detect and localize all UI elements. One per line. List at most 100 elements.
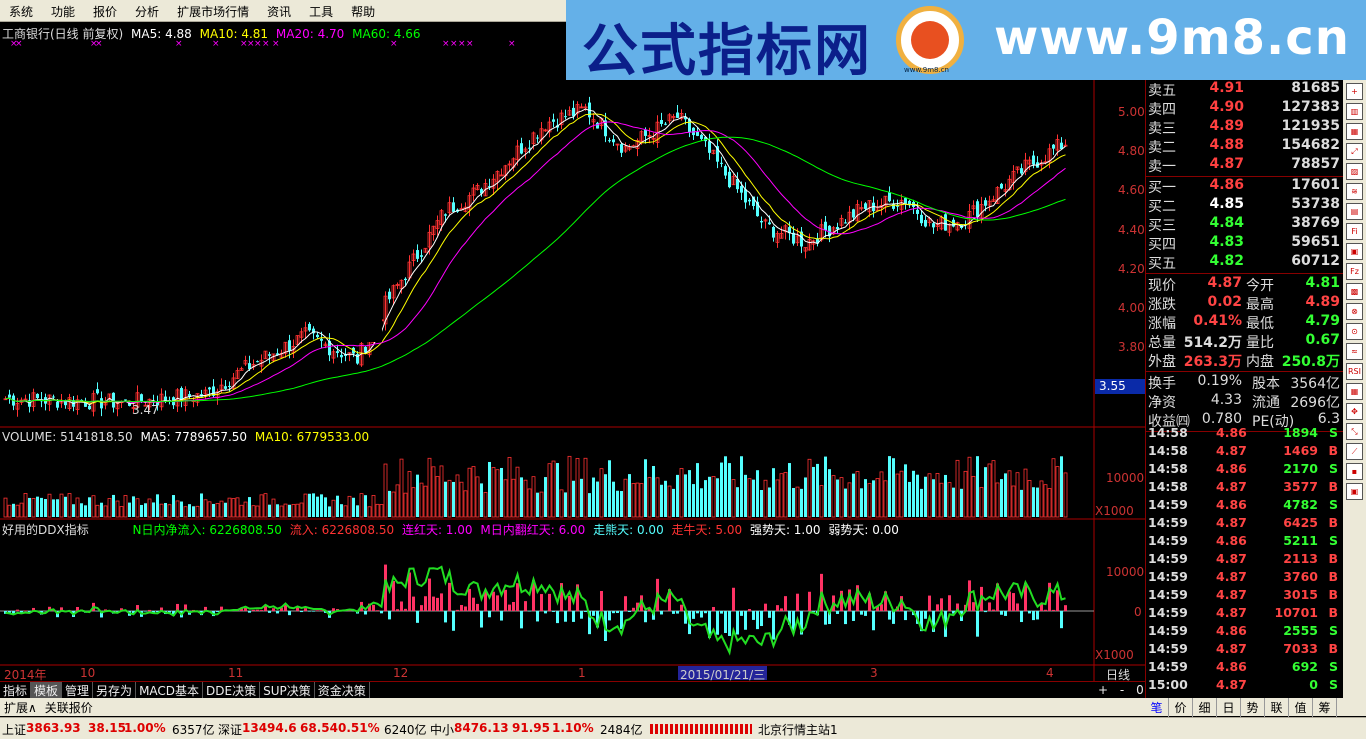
ddx-bar: [740, 611, 743, 616]
side-tool-icon-12[interactable]: ⊙: [1346, 323, 1363, 340]
ddx-ruoshi: 弱势天: 0.00: [828, 523, 899, 537]
side-tool-icon-20[interactable]: ▣: [1346, 483, 1363, 500]
ddx-bar: [468, 588, 471, 611]
right-tab-6[interactable]: 值: [1289, 698, 1313, 717]
toolbar-button-6[interactable]: SUP决策: [260, 682, 315, 698]
candle-body: [864, 203, 867, 209]
candle-body: [340, 354, 343, 358]
side-tool-icon-17[interactable]: ⤡: [1346, 423, 1363, 440]
right-tab-1[interactable]: 价: [1169, 698, 1193, 717]
marker-x: ×: [450, 39, 458, 49]
toolbar-button-1[interactable]: 模板: [31, 682, 63, 698]
volume-bar: [243, 501, 248, 518]
expand-button-0[interactable]: 扩展∧: [0, 698, 41, 717]
ddx-bar: [680, 604, 683, 611]
side-tool-icon-4[interactable]: ▨: [1346, 163, 1363, 180]
side-tool-icon-16[interactable]: ✥: [1346, 403, 1363, 420]
chart-area[interactable]: ×× ×× × × × × × × × × × × × × ×: [0, 22, 1145, 681]
tick-volume: 2170: [1283, 461, 1318, 476]
volume-bar: [676, 474, 679, 517]
volume-bar: [864, 479, 867, 517]
menu-item-1[interactable]: 功能: [42, 0, 84, 23]
tick-side: B: [1328, 587, 1338, 602]
right-tab-2[interactable]: 细: [1193, 698, 1217, 717]
side-tool-icon-6[interactable]: ▤: [1346, 203, 1363, 220]
volume-bar: [924, 476, 927, 517]
toolbar-button-3[interactable]: 另存为: [93, 682, 137, 698]
candle-body: [528, 147, 531, 149]
side-tool-icon-7[interactable]: Fi: [1346, 223, 1363, 240]
ddx-bar: [872, 611, 875, 631]
side-tool-icon-19[interactable]: ▪: [1346, 463, 1363, 480]
right-tab-4[interactable]: 势: [1241, 698, 1265, 717]
volume-bar: [536, 492, 539, 517]
ddx-bar: [512, 601, 515, 611]
tick-time: 14:59: [1148, 569, 1188, 584]
side-tool-icon-18[interactable]: ⟋: [1346, 443, 1363, 460]
expand-button-1[interactable]: 关联报价: [41, 698, 97, 717]
side-tool-icon-10[interactable]: ▩: [1346, 283, 1363, 300]
volume-bar: [895, 473, 900, 518]
side-tool-icon-9[interactable]: Fz: [1346, 263, 1363, 280]
tick-price: 4.87: [1216, 587, 1247, 602]
tick-price: 4.87: [1216, 479, 1247, 494]
menu-item-7[interactable]: 帮助: [342, 0, 384, 23]
menu-item-6[interactable]: 工具: [300, 0, 342, 23]
tick-volume: 0: [1309, 677, 1318, 692]
volume-bar: [844, 488, 847, 517]
ma10-label: MA10: 4.81: [199, 27, 269, 41]
volume-bar: [1032, 487, 1035, 517]
side-tool-icon-14[interactable]: RSI: [1346, 363, 1363, 380]
side-tool-icon-2[interactable]: ▦: [1346, 123, 1363, 140]
buy-row-0-label: 买一: [1148, 180, 1176, 196]
menu-item-0[interactable]: 系统: [0, 0, 42, 23]
volume-bar: [631, 483, 636, 518]
menu-item-3[interactable]: 分析: [126, 0, 168, 23]
right-tab-0[interactable]: 笔: [1145, 698, 1169, 717]
buy-row-4-price: 4.82: [1209, 253, 1244, 269]
menu-item-5[interactable]: 资讯: [258, 0, 300, 23]
volume-bar: [976, 456, 979, 517]
tick-row-1: 14:58 4.87 1469 B: [1146, 442, 1344, 460]
side-tool-icon-1[interactable]: ▥: [1346, 103, 1363, 120]
tick-time: 14:58: [1148, 425, 1188, 440]
side-tool-icon-15[interactable]: ▦: [1346, 383, 1363, 400]
volume-bar: [684, 474, 687, 517]
volume-bar: [744, 474, 747, 517]
ddx-bar: [580, 611, 583, 619]
volume-bar: [544, 477, 547, 517]
tick-row-4: 14:59 4.86 4782 S: [1146, 496, 1344, 514]
menu-item-2[interactable]: 报价: [84, 0, 126, 23]
volume-bar: [1011, 485, 1016, 518]
buy-row-2: 买三 4.84 38769: [1146, 215, 1344, 234]
side-tool-icon-13[interactable]: ≈: [1346, 343, 1363, 360]
toolbar-button-2[interactable]: 管理: [62, 682, 94, 698]
tick-time: 14:59: [1148, 623, 1188, 638]
menu-item-4[interactable]: 扩展市场行情: [168, 0, 258, 23]
volume-bar: [503, 479, 508, 518]
volume-bar: [1060, 456, 1063, 517]
volume-bar: [123, 495, 128, 518]
stat2-value-b: 4.33: [1210, 392, 1242, 408]
volume-bar: [728, 463, 731, 517]
side-tool-icon-11[interactable]: ⊗: [1346, 303, 1363, 320]
zoom-out-button[interactable]: -: [1120, 683, 1124, 697]
toolbar-button-4[interactable]: MACD基本: [136, 682, 204, 698]
zoom-in-button[interactable]: +: [1098, 683, 1108, 697]
ddx-bars: [4, 564, 1067, 641]
right-tab-7[interactable]: 筹: [1313, 698, 1337, 717]
volume-bar: [572, 480, 575, 517]
toolbar-button-0[interactable]: 指标: [0, 682, 32, 698]
ddx-bar: [416, 611, 419, 623]
toolbar-button-7[interactable]: 资金决策: [315, 682, 370, 698]
side-tool-icon-3[interactable]: ⤢: [1346, 143, 1363, 160]
right-tab-3[interactable]: 日: [1217, 698, 1241, 717]
right-tab-5[interactable]: 联: [1265, 698, 1289, 717]
side-tool-icon-0[interactable]: +: [1346, 83, 1363, 100]
side-tool-icon-5[interactable]: ≋: [1346, 183, 1363, 200]
side-tool-icon-8[interactable]: ▣: [1346, 243, 1363, 260]
buy-row-1-price: 4.85: [1209, 196, 1244, 212]
ddx-bar: [372, 604, 375, 611]
zoom-reset-button[interactable]: 0: [1136, 683, 1144, 697]
toolbar-button-5[interactable]: DDE决策: [203, 682, 261, 698]
